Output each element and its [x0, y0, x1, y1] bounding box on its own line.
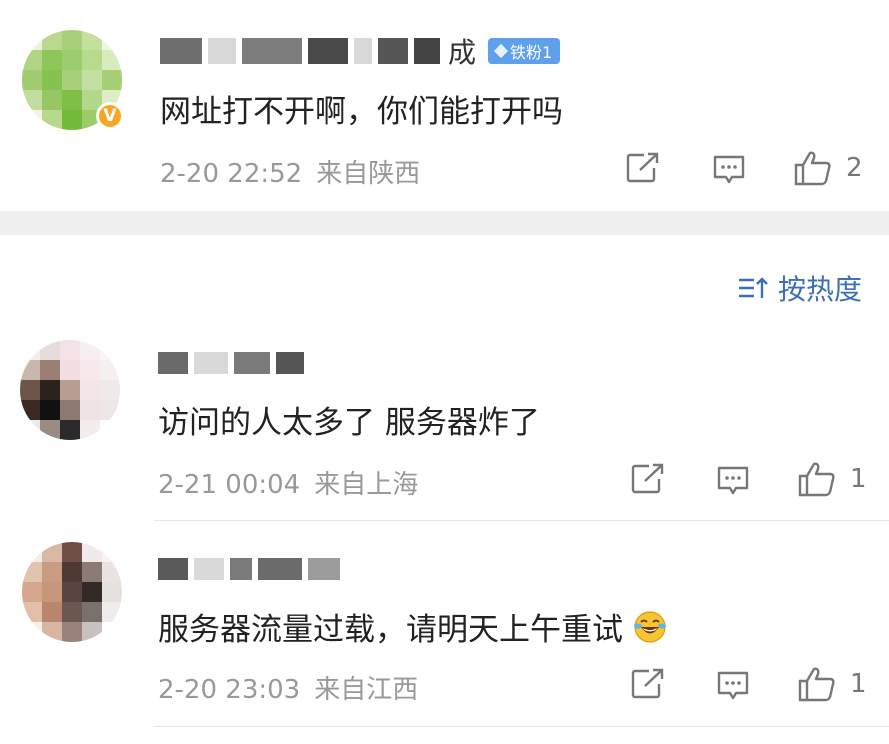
laughing-emoji: [633, 611, 666, 643]
share-button[interactable]: [626, 152, 660, 184]
comment-button[interactable]: [712, 154, 746, 186]
sort-button[interactable]: 按热度: [738, 268, 862, 308]
like-icon: [798, 462, 835, 497]
avatar[interactable]: [20, 340, 120, 440]
sort-icon: [739, 277, 768, 298]
comment-meta: 2-20 23:03 来自江西: [158, 669, 432, 706]
comment-divider: [154, 520, 889, 521]
comment-icon: [717, 466, 749, 495]
comment-text: 服务器流量过载，请明天上午重试: [158, 604, 667, 649]
avatar[interactable]: [22, 542, 122, 642]
comment-button[interactable]: [716, 670, 750, 702]
sort-label: 按热度: [778, 273, 863, 306]
comment-date: 2-21 00:04: [158, 470, 301, 500]
like-count: 1: [850, 669, 867, 699]
comment-1: V 成 铁粉1 网址打不开啊，你们能打开吗 2-20 22:52 来自陕西 2: [0, 0, 889, 211]
share-button[interactable]: [631, 668, 665, 700]
share-icon: [631, 463, 664, 494]
like-icon: [798, 667, 835, 702]
comment-text: 访问的人太多了 服务器炸了: [158, 405, 540, 441]
comment-date: 2-20 22:52: [160, 159, 303, 189]
verified-badge: V: [96, 102, 124, 130]
comment-date: 2-20 23:03: [158, 675, 301, 705]
share-icon: [626, 152, 659, 183]
comment-text-content: 服务器流量过载，请明天上午重试: [158, 612, 623, 648]
like-count: 1: [850, 464, 867, 494]
comment-icon: [717, 671, 749, 700]
like-button[interactable]: [794, 150, 832, 186]
username[interactable]: 成 铁粉1: [160, 34, 561, 69]
comment-meta: 2-21 00:04 来自上海: [158, 464, 432, 501]
like-button[interactable]: [798, 666, 836, 702]
fan-badge-label: 铁粉1: [510, 43, 553, 62]
like-button[interactable]: [798, 461, 836, 497]
comment-location: 来自上海: [314, 470, 419, 500]
comment-location: 来自江西: [314, 675, 419, 705]
share-button[interactable]: [631, 463, 665, 495]
comment-icon: [713, 155, 745, 184]
comment-location: 来自陕西: [316, 159, 421, 189]
username[interactable]: [158, 346, 310, 380]
comment-meta: 2-20 22:52 来自陕西: [160, 153, 434, 190]
username[interactable]: [158, 552, 346, 586]
comment-divider: [154, 726, 889, 727]
comment-button[interactable]: [716, 465, 750, 497]
comment-text: 网址打不开啊，你们能打开吗: [160, 94, 563, 130]
fan-badge: 铁粉1: [488, 38, 561, 64]
like-icon: [794, 151, 831, 186]
like-count: 2: [846, 153, 863, 183]
section-divider: [0, 211, 889, 235]
diamond-icon: [493, 43, 509, 59]
username-visible-part: 成: [448, 36, 477, 69]
share-icon: [631, 668, 664, 699]
